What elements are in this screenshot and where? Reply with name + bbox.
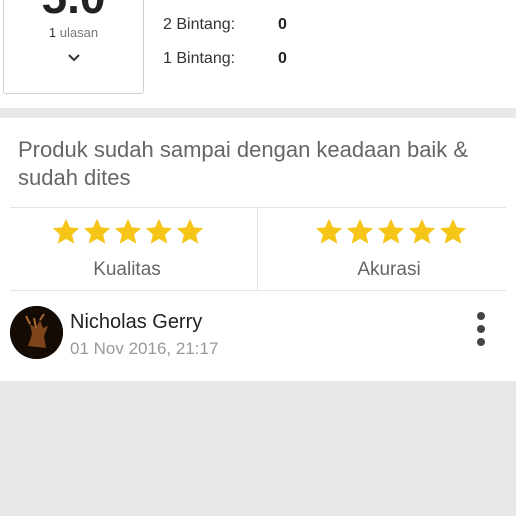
star-icon bbox=[83, 218, 111, 244]
review-date: 01 Nov 2016, 21:17 bbox=[70, 339, 219, 358]
accuracy-stars bbox=[314, 217, 468, 247]
chevron-down-icon[interactable] bbox=[66, 52, 82, 64]
divider bbox=[257, 208, 258, 290]
star-icon bbox=[315, 218, 343, 244]
review-text: Produk sudah sampai dengan keadaan baik … bbox=[18, 137, 469, 190]
star-icon bbox=[114, 218, 142, 244]
review-card: Produk sudah sampai dengan keadaan baik … bbox=[0, 118, 516, 381]
star-icon bbox=[52, 218, 80, 244]
divider bbox=[10, 290, 506, 291]
review-count-label: ulasan bbox=[59, 25, 99, 40]
more-options-icon[interactable] bbox=[470, 312, 492, 350]
rating-row-count: 0 bbox=[278, 16, 287, 33]
rating-row-label: 2 Bintang: bbox=[163, 16, 236, 33]
star-icon bbox=[377, 218, 405, 244]
star-icon bbox=[408, 218, 436, 244]
rating-row-count: 0 bbox=[278, 50, 287, 67]
quality-label: Kualitas bbox=[93, 259, 161, 280]
rating-row-label: 1 Bintang: bbox=[163, 50, 236, 67]
star-icon bbox=[176, 218, 204, 244]
average-score: 5.0 bbox=[4, 0, 143, 20]
reviewer-name[interactable]: Nicholas Gerry bbox=[70, 311, 202, 334]
quality-stars bbox=[51, 217, 205, 247]
star-icon bbox=[346, 218, 374, 244]
section-divider bbox=[0, 108, 516, 118]
review-count: 1 ulasan bbox=[4, 25, 143, 40]
rating-summary: 5.0 1 ulasan 2 Bintang: 0 1 Bintang: 0 bbox=[0, 0, 516, 108]
rating-row-2-star: 2 Bintang: 0 bbox=[163, 16, 287, 34]
star-icon bbox=[439, 218, 467, 244]
accuracy-label: Akurasi bbox=[357, 259, 421, 280]
divider bbox=[10, 207, 506, 208]
rating-row-1-star: 1 Bintang: 0 bbox=[163, 50, 287, 68]
review-count-number: 1 bbox=[48, 25, 57, 40]
avatar[interactable] bbox=[10, 306, 63, 359]
star-icon bbox=[145, 218, 173, 244]
score-card[interactable]: 5.0 1 ulasan bbox=[3, 0, 144, 94]
